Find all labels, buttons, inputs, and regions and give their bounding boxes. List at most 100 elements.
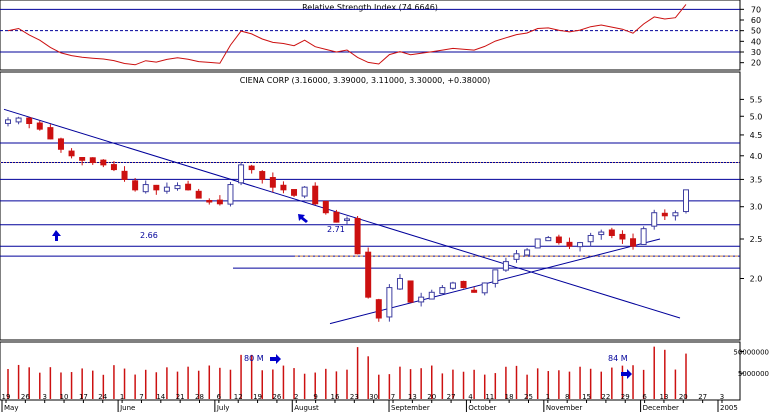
rsi-title: Relative Strength Index (74.6646): [302, 3, 438, 12]
x-day-label: 19: [253, 393, 262, 401]
x-month-label: 2005: [720, 404, 738, 412]
x-month-label: May: [4, 404, 18, 412]
x-day-label: 19: [2, 393, 11, 401]
x-day-label: 22: [601, 393, 610, 401]
x-day-label: 1: [120, 393, 124, 401]
x-day-label: 8: [565, 393, 569, 401]
x-month-label: July: [216, 404, 230, 412]
stock-chart: Relative Strength Index (74.6646) 70 60 50…: [0, 0, 770, 412]
candle-body: [365, 251, 372, 298]
candle-body: [619, 233, 626, 240]
x-day-label: 23: [350, 393, 359, 401]
candle-body: [121, 170, 128, 180]
candle-body: [375, 299, 382, 319]
x-day-label: 13: [659, 393, 668, 401]
candle-body: [110, 164, 117, 171]
candle-body: [396, 277, 403, 290]
candle-body: [630, 238, 637, 247]
volume-tick-label: 50000000: [733, 349, 769, 357]
candle: [407, 280, 414, 303]
candle-body: [386, 287, 393, 318]
price-panel-frame: [0, 71, 741, 341]
x-day-label: 10: [60, 393, 69, 401]
candle: [365, 247, 372, 299]
candle-body: [36, 122, 43, 130]
volume-tick-label: 5000000: [738, 370, 769, 378]
candle: [333, 209, 340, 223]
x-month-label: August: [294, 404, 319, 412]
price-tick-label: 2.0: [750, 274, 763, 283]
x-day-label: 24: [98, 393, 107, 401]
candle-body: [577, 242, 584, 248]
rsi-tick-label: 60: [751, 16, 761, 25]
x-day-label: 28: [195, 393, 204, 401]
candle-body: [683, 189, 689, 213]
price-tick-label: 4.5: [750, 131, 763, 140]
x-day-label: 17: [79, 393, 88, 401]
candle-body: [333, 211, 340, 223]
x-day-label: 26: [272, 393, 281, 401]
candle-body: [651, 212, 658, 227]
candle-body: [89, 157, 96, 164]
candle-body: [598, 231, 605, 236]
candle-body: [439, 287, 446, 294]
candle-body: [661, 212, 668, 217]
candle-body: [312, 185, 319, 205]
candle-body: [502, 261, 509, 271]
candle-body: [15, 117, 22, 123]
x-day-label: 25: [524, 393, 533, 401]
x-day-label: 3: [42, 393, 46, 401]
x-day-label: 14: [156, 393, 165, 401]
candle-body: [47, 127, 54, 140]
candle-body: [68, 150, 75, 157]
candle-body: [269, 177, 276, 188]
candle: [354, 215, 361, 255]
candle: [238, 162, 245, 186]
candle-body: [153, 184, 160, 191]
candle: [683, 189, 689, 214]
x-month-label: June: [119, 404, 135, 412]
candle-body: [428, 291, 435, 300]
candle-body: [227, 184, 234, 205]
candle-body: [418, 296, 425, 303]
x-day-label: 3: [720, 393, 724, 401]
candle: [386, 284, 393, 322]
candle-body: [5, 119, 11, 124]
volume-panel: 50000000 5000000 80 M 84 M: [0, 341, 769, 401]
label-84m: 84 M: [608, 354, 628, 363]
candle-body: [640, 228, 647, 245]
price-panel: CIENA CORP (3.16000, 3.39000, 3.11000, 3…: [0, 71, 762, 341]
candle-body: [100, 159, 107, 166]
x-day-label: 18: [505, 393, 514, 401]
x-day-label: 7: [391, 393, 395, 401]
price-axis: 5.5 5.0 4.5 4.0 3.5 3.0 2.5 2.0: [740, 95, 762, 283]
candle-body: [555, 236, 562, 244]
x-day-label: 20: [427, 393, 436, 401]
candle-body: [449, 282, 456, 289]
candle-body: [608, 229, 615, 236]
candle-body: [132, 180, 139, 191]
candle-body: [26, 117, 33, 125]
price-tick-label: 4.0: [750, 152, 763, 161]
x-day-label: 27: [447, 393, 456, 401]
candle-body: [174, 185, 181, 190]
candle: [460, 280, 467, 289]
candle-body: [672, 212, 679, 217]
x-month-label: September: [391, 404, 430, 412]
label-2-66: 2.66: [140, 231, 158, 240]
candle-body: [354, 217, 361, 255]
candle-body: [524, 249, 531, 256]
candle-body: [301, 186, 308, 197]
candle-body: [344, 218, 350, 221]
x-day-label: 16: [331, 393, 340, 401]
x-day-label: 29: [621, 393, 630, 401]
x-month-label: November: [546, 404, 583, 412]
candle-body: [566, 241, 573, 247]
label-2-71: 2.71: [327, 225, 345, 234]
candle-body: [534, 238, 541, 249]
label-80m: 80 M: [244, 354, 264, 363]
price-tick-label: 5.0: [750, 112, 763, 121]
candle-body: [481, 282, 488, 294]
x-day-label: 6: [217, 393, 222, 401]
rsi-tick-label: 50: [751, 27, 761, 36]
